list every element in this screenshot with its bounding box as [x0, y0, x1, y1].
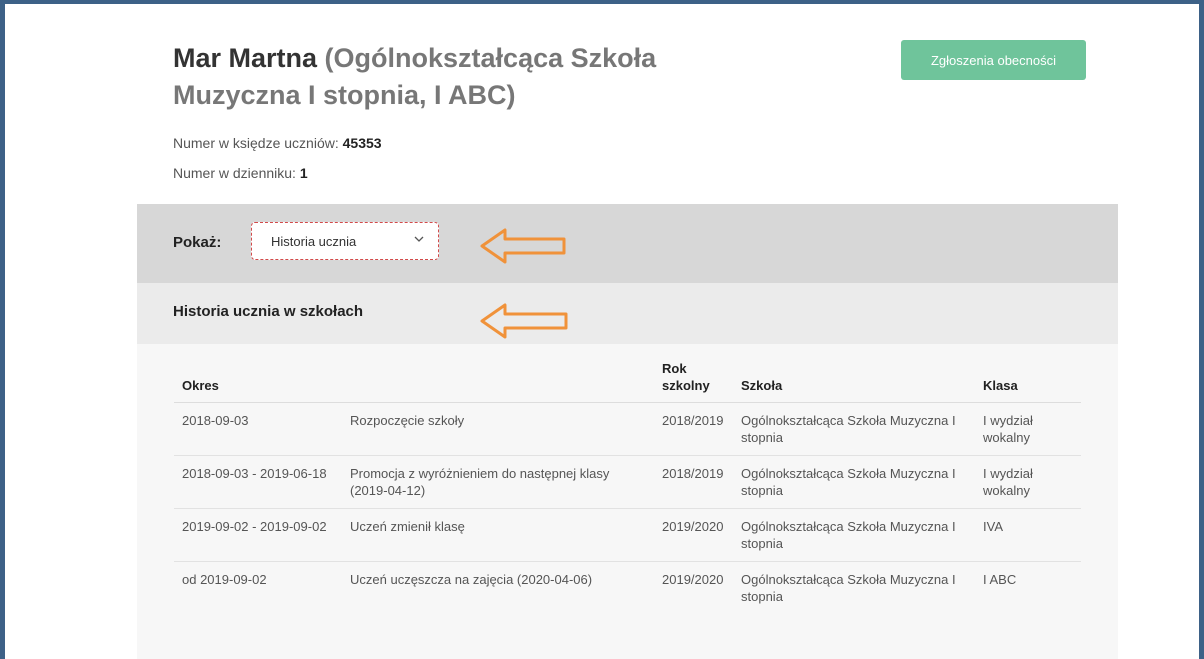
- table-header-row: Okres Rok szkolny Szkoła Klasa: [174, 360, 1081, 403]
- book-number-label: Numer w księdze uczniów:: [173, 135, 339, 151]
- cell-school-year: 2018/2019: [654, 402, 733, 456]
- col-header-class: Klasa: [975, 360, 1081, 403]
- cell-class: IVA: [975, 508, 1081, 562]
- cell-period: od 2019-09-02: [182, 572, 267, 587]
- cell-class: I wydział wokalny: [975, 455, 1081, 509]
- table-row: 2019-09-02 - 2019-09-02 Uczeń zmienił kl…: [174, 508, 1081, 562]
- cell-class: I ABC: [983, 572, 1017, 587]
- table-row: 2018-09-03 Rozpoczęcie szkoły 2018/2019 …: [174, 402, 1081, 456]
- cell-school: Ogólnokształcąca Szkoła Muzyczna I stopn…: [733, 508, 975, 562]
- cell-period: 2018-09-03 - 2019-06-18: [174, 455, 342, 509]
- cell-school: Ogólnokształcąca Szkoła Muzyczna I stopn…: [733, 455, 975, 509]
- col-header-period: Okres: [174, 360, 342, 403]
- orange-arrow-left-icon: [480, 228, 566, 264]
- book-number-value: 45353: [342, 135, 382, 151]
- history-table-area: Okres Rok szkolny Szkoła Klasa 2018-09-0…: [137, 344, 1118, 659]
- cell-event: Uczeń uczęszcza na zajęcia (2020-04-06): [350, 572, 593, 587]
- table-row: 2018-09-03 - 2019-06-18 Promocja z wyróż…: [174, 455, 1081, 509]
- cell-school-year: 2019/2020: [654, 508, 733, 562]
- cell-event: Rozpoczęcie szkoły: [342, 402, 654, 456]
- cell-period: 2018-09-03: [174, 402, 342, 456]
- page-title: Mar Martna (Ogólnokształcąca Szkoła Muzy…: [173, 40, 733, 114]
- journal-number-value: 1: [299, 165, 308, 181]
- student-name: Mar Martna: [173, 43, 318, 73]
- cell-school-year: 2018/2019: [654, 455, 733, 509]
- history-title: Historia ucznia w szkołach: [173, 303, 364, 320]
- cell-period: 2019-09-02 - 2019-09-02: [174, 508, 342, 562]
- chevron-down-icon: [414, 236, 424, 242]
- show-label: Pokaż:: [173, 234, 222, 251]
- cell-event: Promocja z wyróżnieniem do następnej kla…: [342, 455, 654, 509]
- table-row: od 2019-09-02 Uczeń uczęszcza na zajęcia…: [174, 562, 1081, 615]
- cell-event: Uczeń zmienił klasę: [342, 508, 654, 562]
- col-header-school: Szkoła: [733, 360, 975, 403]
- attendance-reports-button[interactable]: Zgłoszenia obecności: [901, 40, 1086, 80]
- book-number-line: Numer w księdze uczniów: 45353: [173, 135, 382, 151]
- history-table: Okres Rok szkolny Szkoła Klasa 2018-09-0…: [174, 360, 1081, 614]
- col-header-school-year: Rok szkolny: [654, 360, 733, 403]
- orange-arrow-left-icon: [480, 303, 568, 339]
- cell-class: I wydział wokalny: [975, 402, 1081, 456]
- cell-school-year: 2019/2020: [662, 572, 724, 587]
- journal-number-line: Numer w dzienniku: 1: [173, 165, 308, 181]
- history-section-header: Historia ucznia w szkołach: [137, 283, 1118, 344]
- show-select-value: Historia ucznia: [271, 234, 357, 249]
- journal-number-label: Numer w dzienniku:: [173, 165, 296, 181]
- show-filter-bar: Pokaż: Historia ucznia: [137, 204, 1118, 283]
- cell-school: Ogólnokształcąca Szkoła Muzyczna I stopn…: [741, 572, 956, 604]
- col-header-event: [342, 360, 654, 403]
- show-select[interactable]: Historia ucznia: [251, 222, 439, 260]
- cell-school: Ogólnokształcąca Szkoła Muzyczna I stopn…: [733, 402, 975, 456]
